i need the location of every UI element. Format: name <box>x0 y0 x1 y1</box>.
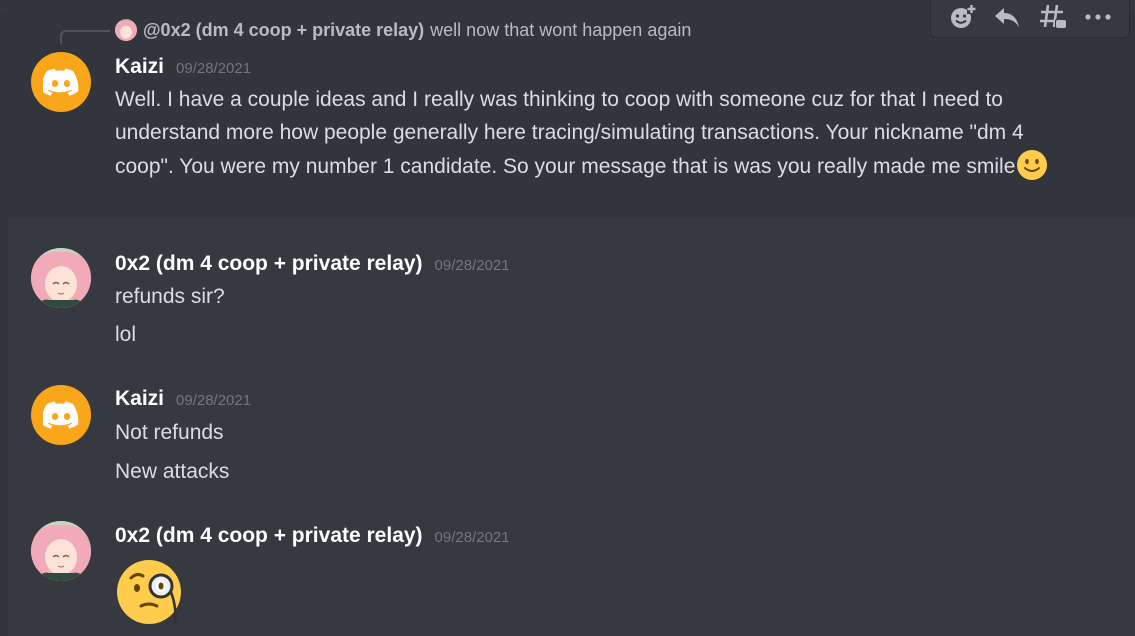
previous-message-edge <box>0 0 930 12</box>
message-header: 0x2 (dm 4 coop + private relay) 09/28/20… <box>115 524 510 548</box>
avatar[interactable] <box>31 248 91 308</box>
reply-avatar <box>115 19 137 41</box>
timestamp[interactable]: 09/28/2021 <box>176 60 251 77</box>
message-text: lol <box>115 323 137 346</box>
chat-messages: @0x2 (dm 4 coop + private relay) well no… <box>0 0 1135 636</box>
author-name[interactable]: 0x2 (dm 4 coop + private relay) <box>115 252 423 276</box>
more-icon <box>1085 14 1111 20</box>
discord-logo-icon <box>43 401 79 429</box>
add-reaction-icon <box>950 4 976 28</box>
add-reaction-button[interactable] <box>944 1 980 33</box>
message-header: Kaizi 09/28/2021 <box>115 387 251 411</box>
avatar[interactable] <box>31 385 91 445</box>
face-with-monocle-icon[interactable] <box>113 558 189 626</box>
message-content: Well. I have a couple ideas and I really… <box>115 83 1075 183</box>
author-name[interactable]: 0x2 (dm 4 coop + private relay) <box>115 524 423 548</box>
create-thread-button[interactable] <box>1035 1 1071 33</box>
message-toolbar <box>930 0 1130 38</box>
avatar[interactable] <box>31 52 91 112</box>
avatar[interactable] <box>31 521 91 581</box>
reply-button[interactable] <box>989 1 1025 33</box>
reply-spine <box>60 30 110 44</box>
message-text: Not refunds <box>115 421 224 444</box>
reply-reference[interactable]: @0x2 (dm 4 coop + private relay) well no… <box>115 18 691 42</box>
reply-icon <box>995 8 1020 27</box>
discord-logo-icon <box>43 68 79 96</box>
message-header: 0x2 (dm 4 coop + private relay) 09/28/20… <box>115 252 510 276</box>
message-text: refunds sir? <box>115 285 225 308</box>
timestamp[interactable]: 09/28/2021 <box>435 257 510 274</box>
timestamp[interactable]: 09/28/2021 <box>435 529 510 546</box>
slightly-smiling-face-icon[interactable] <box>1016 149 1048 181</box>
more-options-button[interactable] <box>1080 1 1116 33</box>
reply-author[interactable]: @0x2 (dm 4 coop + private relay) <box>143 20 424 41</box>
thread-icon <box>1039 4 1067 30</box>
author-name[interactable]: Kaizi <box>115 387 164 411</box>
message-text: Well. I have a couple ideas and I really… <box>115 88 1024 178</box>
message-text: New attacks <box>115 460 230 483</box>
message-header: Kaizi 09/28/2021 <box>115 55 251 79</box>
channel-edge <box>0 0 8 636</box>
author-name[interactable]: Kaizi <box>115 55 164 79</box>
timestamp[interactable]: 09/28/2021 <box>176 392 251 409</box>
reply-text[interactable]: well now that wont happen again <box>430 20 691 41</box>
